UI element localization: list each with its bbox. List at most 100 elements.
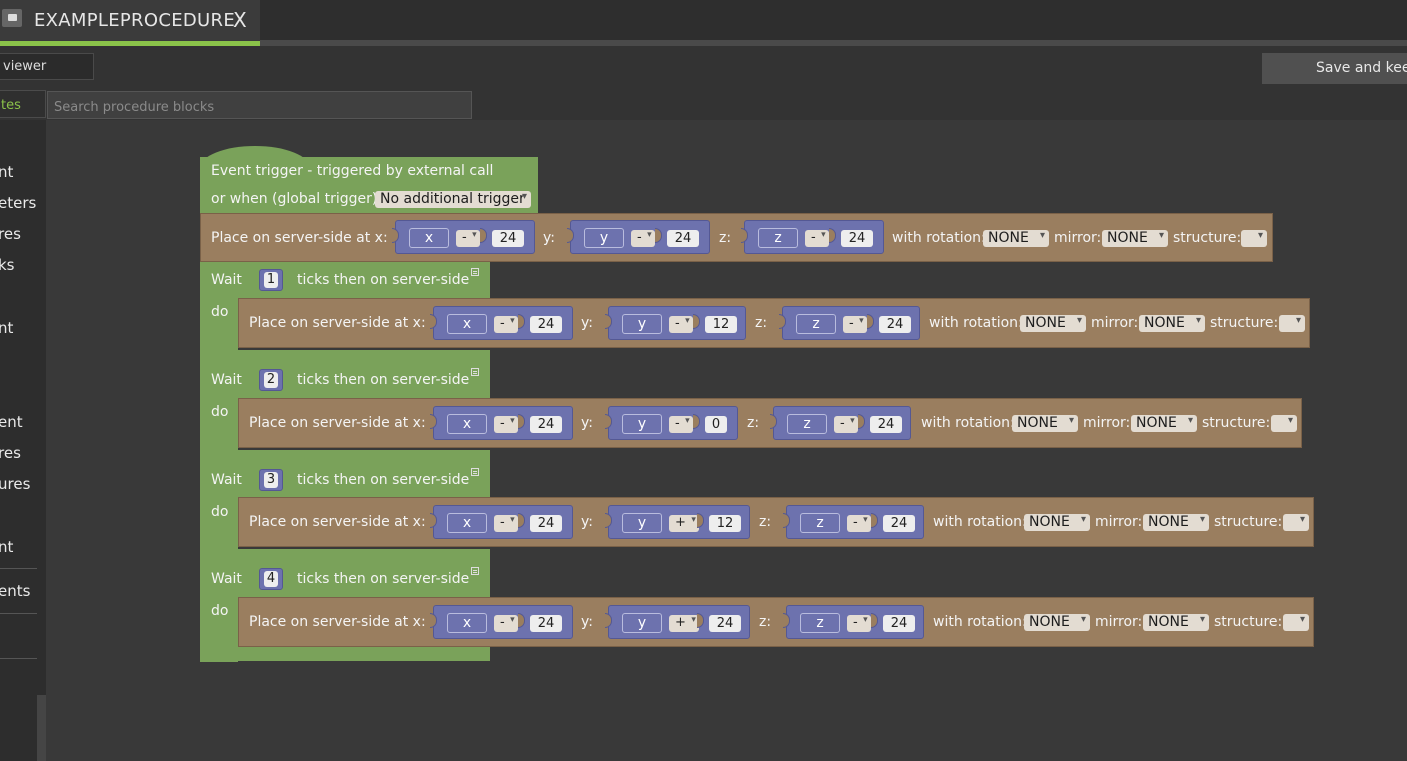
sidebar-item-environment[interactable]: ent <box>0 413 23 431</box>
y-value[interactable]: 12 <box>705 316 737 333</box>
save-and-keep-button[interactable]: Save and keep <box>1262 53 1407 84</box>
place-structure-block[interactable]: Place on server-side at x: x - 24 y: y +… <box>238 597 1314 647</box>
comment-icon[interactable] <box>471 468 479 476</box>
y-variable[interactable]: y <box>622 513 662 533</box>
x-variable[interactable]: x <box>447 513 487 533</box>
z-math-block[interactable]: z - 24 <box>783 505 924 539</box>
y-operator-dropdown[interactable]: - <box>669 313 693 333</box>
x-value[interactable]: 24 <box>530 316 562 333</box>
x-operator-dropdown[interactable]: - <box>456 227 480 247</box>
x-operator-dropdown[interactable]: - <box>494 413 518 433</box>
x-math-block[interactable]: x - 24 <box>430 605 573 639</box>
global-trigger-dropdown[interactable]: No additional trigger <box>375 188 531 208</box>
place-structure-block[interactable]: Place on server-side at x: x - 24 y: y -… <box>238 298 1310 348</box>
y-math-block[interactable]: y - 24 <box>567 220 710 254</box>
wait-ticks-value[interactable]: 4 <box>264 571 278 587</box>
y-value[interactable]: 0 <box>705 416 727 433</box>
z-math-block[interactable]: z - 24 <box>741 220 884 254</box>
place-structure-block[interactable]: Place on server-side at x: x - 24 y: y +… <box>238 497 1314 547</box>
x-value[interactable]: 24 <box>530 615 562 632</box>
y-value[interactable]: 12 <box>709 515 741 532</box>
search-blocks-input[interactable] <box>47 91 472 119</box>
x-value[interactable]: 24 <box>530 416 562 433</box>
x-operator-dropdown[interactable]: - <box>494 612 518 632</box>
z-operator-dropdown[interactable]: - <box>847 612 871 632</box>
x-variable[interactable]: x <box>409 228 449 248</box>
place-structure-block[interactable]: Place on server-side at x: x - 24 y: y -… <box>200 213 1273 262</box>
mirror-dropdown[interactable]: NONE <box>1102 227 1168 247</box>
wait-block-3[interactable]: Wait 3 ticks then on server-side <box>200 450 490 498</box>
viewer-button[interactable]: viewer <box>0 53 94 80</box>
sidebar-item-parameters[interactable]: eters <box>0 194 36 212</box>
comment-icon[interactable] <box>471 268 479 276</box>
wait-ticks-value[interactable]: 1 <box>264 272 278 288</box>
x-operator-dropdown[interactable]: - <box>494 512 518 532</box>
x-value[interactable]: 24 <box>530 515 562 532</box>
mirror-dropdown[interactable]: NONE <box>1139 312 1205 332</box>
z-operator-dropdown[interactable]: - <box>843 313 867 333</box>
z-variable[interactable]: z <box>758 228 798 248</box>
y-operator-dropdown[interactable]: + <box>669 612 699 632</box>
z-math-block[interactable]: z - 24 <box>779 306 920 340</box>
z-variable[interactable]: z <box>796 314 836 334</box>
mirror-dropdown[interactable]: NONE <box>1131 412 1197 432</box>
wait-ticks-input[interactable]: 2 <box>259 369 283 391</box>
y-variable[interactable]: y <box>622 314 662 334</box>
sidebar-item-blocks[interactable]: ks <box>0 256 15 274</box>
sidebar-item-entity[interactable]: nt <box>0 319 13 337</box>
sidebar-item-structures[interactable]: res <box>0 444 21 462</box>
z-variable[interactable]: z <box>787 414 827 434</box>
y-operator-dropdown[interactable]: + <box>669 512 699 532</box>
sidebar-scrollbar[interactable] <box>37 695 46 761</box>
y-operator-dropdown[interactable]: - <box>669 413 693 433</box>
rotation-dropdown[interactable]: NONE <box>1012 412 1078 432</box>
z-variable[interactable]: z <box>800 613 840 633</box>
z-value[interactable]: 24 <box>870 416 902 433</box>
z-operator-dropdown[interactable]: - <box>805 227 829 247</box>
z-operator-dropdown[interactable]: - <box>847 512 871 532</box>
y-math-block[interactable]: y + 12 <box>605 505 750 539</box>
structure-dropdown[interactable] <box>1283 611 1309 631</box>
y-math-block[interactable]: y + 24 <box>605 605 750 639</box>
wait-ticks-value[interactable]: 3 <box>264 472 278 488</box>
y-variable[interactable]: y <box>584 228 624 248</box>
event-trigger-block[interactable]: Event trigger - triggered by external ca… <box>200 157 538 214</box>
z-value[interactable]: 24 <box>879 316 911 333</box>
tab-exampleprocedure[interactable]: EXAMPLEPROCEDURE X <box>0 0 260 46</box>
y-math-block[interactable]: y - 0 <box>605 406 738 440</box>
wait-block-2[interactable]: Wait 2 ticks then on server-side <box>200 350 490 398</box>
z-value[interactable]: 24 <box>841 230 873 247</box>
y-value[interactable]: 24 <box>667 230 699 247</box>
wait-ticks-input[interactable]: 3 <box>259 469 283 491</box>
x-value[interactable]: 24 <box>492 230 524 247</box>
z-value[interactable]: 24 <box>883 615 915 632</box>
x-operator-dropdown[interactable]: - <box>494 313 518 333</box>
structure-dropdown[interactable] <box>1271 412 1297 432</box>
structure-dropdown[interactable] <box>1241 227 1267 247</box>
structure-dropdown[interactable] <box>1283 511 1309 531</box>
sidebar-tab-templates[interactable]: tes <box>0 90 46 118</box>
z-math-block[interactable]: z - 24 <box>770 406 911 440</box>
z-math-block[interactable]: z - 24 <box>783 605 924 639</box>
wait-ticks-input[interactable]: 4 <box>259 568 283 590</box>
x-math-block[interactable]: x - 24 <box>430 505 573 539</box>
comment-icon[interactable] <box>471 567 479 575</box>
z-operator-dropdown[interactable]: - <box>834 413 858 433</box>
wait-block-4[interactable]: Wait 4 ticks then on server-side <box>200 549 490 597</box>
x-variable[interactable]: x <box>447 613 487 633</box>
sidebar-item-features[interactable]: ures <box>0 475 30 493</box>
wait-ticks-input[interactable]: 1 <box>259 269 283 291</box>
y-variable[interactable]: y <box>622 414 662 434</box>
z-value[interactable]: 24 <box>883 515 915 532</box>
y-math-block[interactable]: y - 12 <box>605 306 746 340</box>
mirror-dropdown[interactable]: NONE <box>1143 611 1209 631</box>
x-variable[interactable]: x <box>447 314 487 334</box>
x-math-block[interactable]: x - 24 <box>392 220 535 254</box>
sidebar-item-components[interactable]: ents <box>0 582 30 600</box>
x-variable[interactable]: x <box>447 414 487 434</box>
place-structure-block[interactable]: Place on server-side at x: x - 24 y: y -… <box>238 398 1302 448</box>
rotation-dropdown[interactable]: NONE <box>1020 312 1086 332</box>
mirror-dropdown[interactable]: NONE <box>1143 511 1209 531</box>
comment-icon[interactable] <box>471 368 479 376</box>
rotation-dropdown[interactable]: NONE <box>1024 511 1090 531</box>
